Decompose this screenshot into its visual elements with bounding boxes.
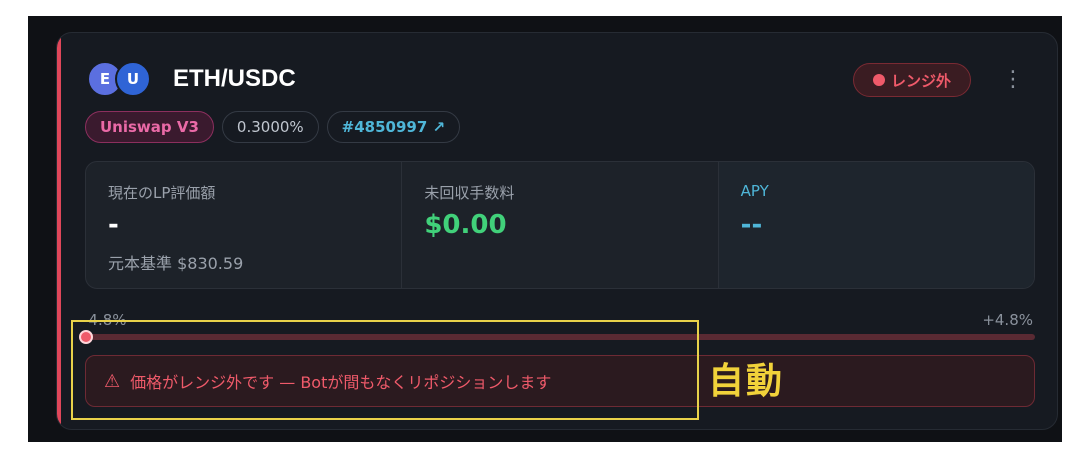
position-tags: Uniswap V3 0.3000% #4850997 ↗ [85,111,461,143]
dex-tag: Uniswap V3 [85,111,214,143]
token-b-avatar: U [115,61,151,97]
unclaimed-fees-metric: 未回収手数料 $0.00 [401,162,717,288]
range-max-label: +4.8% [982,311,1033,329]
unclaimed-fees-value: $0.00 [424,210,507,240]
principal-basis: 元本基準 $830.59 [108,254,244,273]
out-of-range-badge: レンジ外 [853,63,971,97]
annotation-highlight-box [71,320,699,420]
apy-label: APY [740,182,769,200]
annotation-label: 自動 [708,361,785,402]
lp-value: - [108,210,119,240]
lp-value-label: 現在のLP評価額 [108,184,216,202]
token-avatars: E U [87,61,159,97]
apy-metric: APY -- [717,162,1034,288]
apy-value: -- [740,210,763,240]
card-status-accent [57,33,61,429]
status-label: レンジ外 [890,71,951,90]
fee-tier-tag: 0.3000% [221,111,319,143]
unclaimed-fees-label: 未回収手数料 [424,184,515,202]
position-id-link[interactable]: #4850997 ↗ [326,111,461,143]
status-dot-icon [872,74,885,86]
pair-title: ETH/USDC [173,65,296,92]
more-options-icon[interactable]: ⋮ [1001,64,1025,96]
lp-value-metric: 現在のLP評価額 - 元本基準 $830.59 [86,162,401,288]
metrics-panel: 現在のLP評価額 - 元本基準 $830.59 未回収手数料 $0.00 APY… [85,161,1035,289]
